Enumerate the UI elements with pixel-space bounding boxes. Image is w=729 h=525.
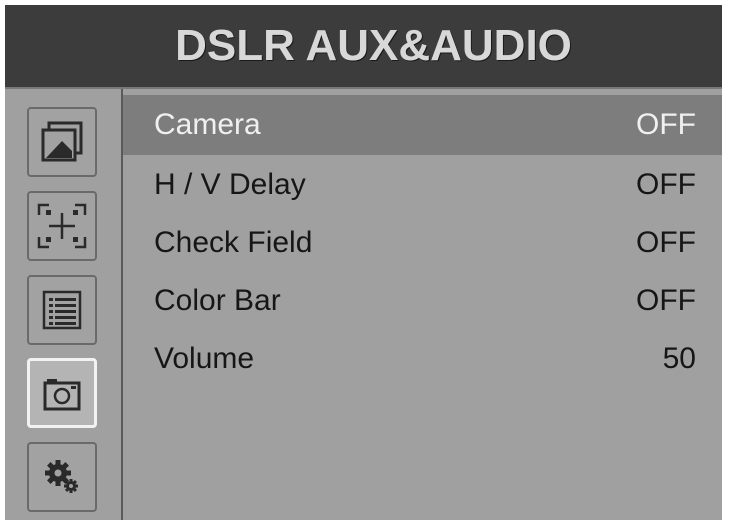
sidebar-item-picture[interactable] bbox=[27, 107, 97, 177]
menu-item-label: Camera bbox=[154, 108, 261, 141]
menu-item-label: Check Field bbox=[154, 226, 313, 259]
menu-item-value: OFF bbox=[636, 108, 696, 141]
crosshair-frame-icon bbox=[37, 203, 87, 249]
picture-icon bbox=[41, 121, 83, 162]
sidebar-item-marker[interactable] bbox=[27, 191, 97, 261]
menu-item-volume[interactable]: Volume 50 bbox=[123, 329, 722, 389]
menu-item-value: 50 bbox=[662, 342, 696, 375]
menu-item-label: Volume bbox=[154, 342, 255, 375]
title-bar: DSLR AUX&AUDIO bbox=[5, 5, 722, 89]
sidebar bbox=[5, 89, 123, 520]
menu-item-label: H / V Delay bbox=[154, 168, 306, 201]
sidebar-item-system[interactable] bbox=[27, 442, 97, 512]
menu-item-value: OFF bbox=[636, 168, 696, 201]
menu-list: Camera OFF H / V Delay OFF Check Field O… bbox=[123, 89, 722, 520]
menu-item-value: OFF bbox=[636, 284, 696, 317]
osd-menu-window: DSLR AUX&AUDIO Camera OFF H / V Delay OF… bbox=[5, 5, 722, 520]
camera-icon bbox=[43, 379, 81, 411]
sidebar-item-camera[interactable] bbox=[27, 358, 97, 428]
menu-item-value: OFF bbox=[636, 226, 696, 259]
menu-item-camera[interactable]: Camera OFF bbox=[123, 95, 722, 155]
menu-item-check-field[interactable]: Check Field OFF bbox=[123, 213, 722, 273]
menu-item-color-bar[interactable]: Color Bar OFF bbox=[123, 271, 722, 331]
menu-item-label: Color Bar bbox=[154, 284, 281, 317]
page-title: DSLR AUX&AUDIO bbox=[175, 21, 572, 70]
gears-icon bbox=[45, 460, 78, 493]
list-icon bbox=[42, 290, 82, 330]
sidebar-item-list[interactable] bbox=[27, 275, 97, 345]
menu-item-hv-delay[interactable]: H / V Delay OFF bbox=[123, 155, 722, 215]
